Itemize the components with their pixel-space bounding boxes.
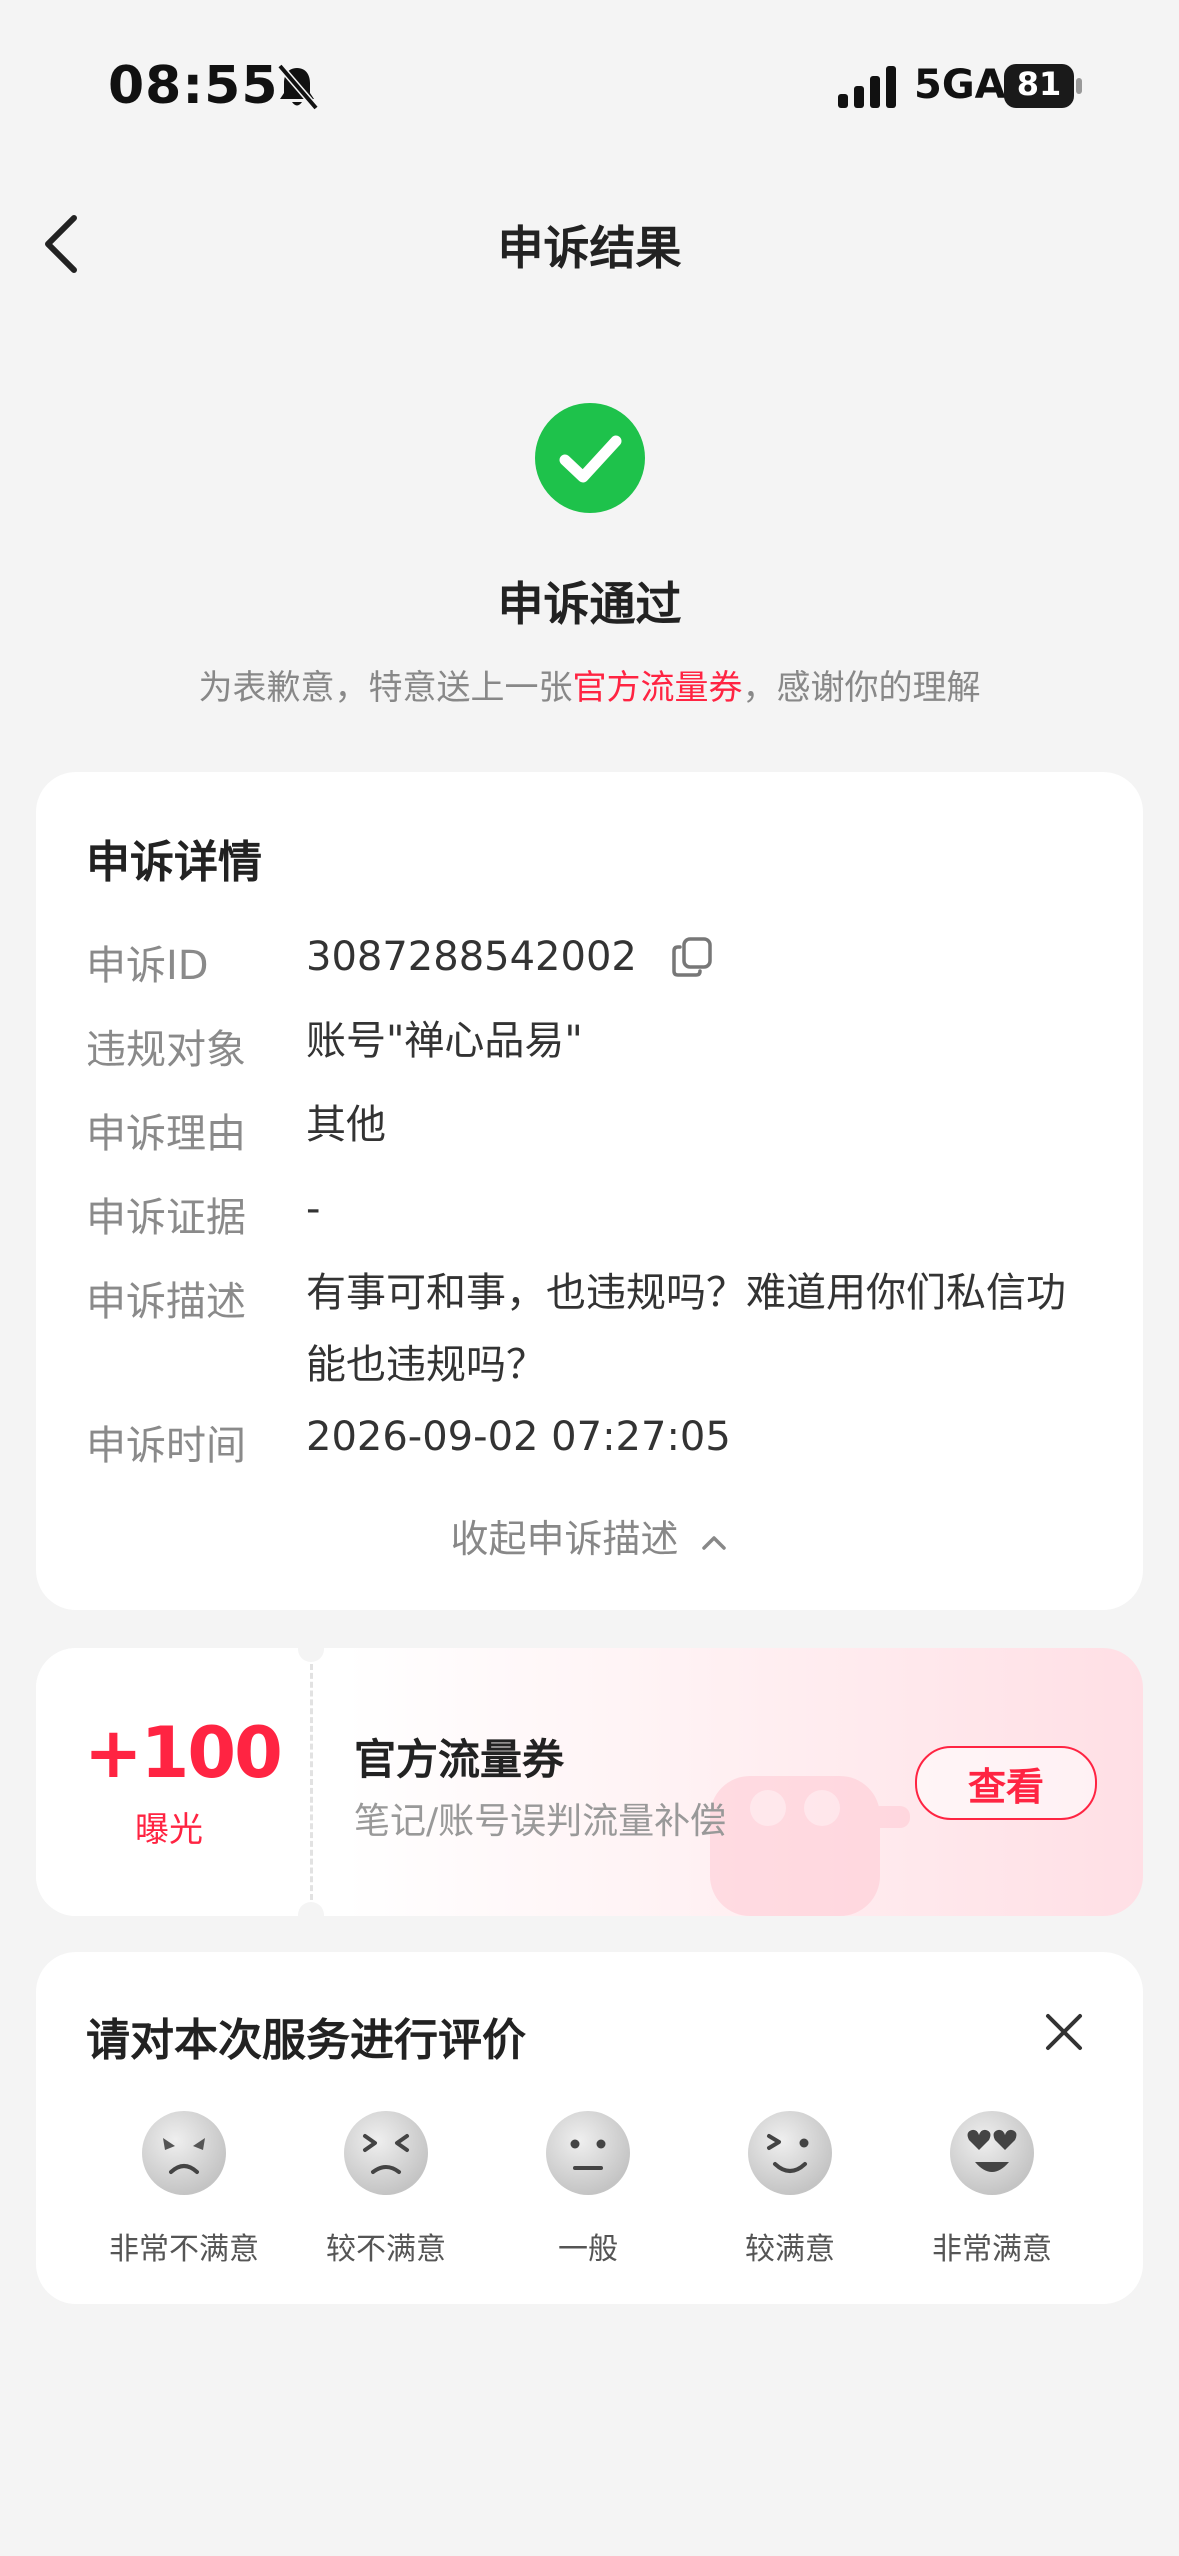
- very-dissatisfied-face-icon: [142, 2111, 226, 2195]
- satisfied-face-icon: [748, 2111, 832, 2195]
- collapse-description-button[interactable]: 收起申诉描述: [0, 1508, 1179, 1563]
- rating-label: 较不满意: [326, 2232, 446, 2267]
- coupon-notch: [298, 1902, 324, 1928]
- row-label-violation-target: 违规对象: [86, 1027, 246, 1073]
- rating-label: 非常不满意: [109, 2232, 259, 2267]
- rating-label: 一般: [558, 2232, 618, 2267]
- copy-icon[interactable]: [670, 935, 714, 979]
- subtitle-text-end: ，感谢你的理解: [742, 668, 981, 708]
- result-title: 申诉通过: [497, 577, 682, 631]
- view-coupon-button[interactable]: 查看: [915, 1746, 1097, 1820]
- coupon-amount: +100: [84, 1712, 283, 1794]
- row-label-appeal-evidence: 申诉证据: [86, 1195, 246, 1241]
- coupon-notch: [298, 1636, 324, 1662]
- coupon-divider: [310, 1664, 313, 1900]
- success-check-icon: [535, 403, 645, 513]
- row-value-appeal-description: 有事可和事，也违规吗？难道用你们私信功能也违规吗？: [306, 1270, 1066, 1388]
- row-value-appeal-evidence: -: [306, 1186, 321, 1232]
- coupon-unit: 曝光: [135, 1810, 203, 1850]
- close-icon[interactable]: [1042, 2010, 1086, 2054]
- subtitle-highlight: 官方流量券: [572, 668, 743, 708]
- signal-icon: [838, 66, 896, 108]
- details-title: 申诉详情: [86, 837, 262, 888]
- very-satisfied-face-icon: [950, 2111, 1034, 2195]
- row-value-appeal-time: 2026-09-02 07:27:05: [306, 1414, 731, 1460]
- result-subtitle: 为表歉意，特意送上一张官方流量券，感谢你的理解: [0, 660, 1179, 709]
- neutral-face-icon: [546, 2111, 630, 2195]
- row-value-appeal-reason: 其他: [306, 1102, 386, 1148]
- row-label-appeal-id: 申诉ID: [86, 943, 209, 989]
- rating-title: 请对本次服务进行评价: [86, 2015, 526, 2066]
- status-time: 08:55: [108, 56, 279, 116]
- row-label-appeal-description: 申诉描述: [86, 1279, 246, 1325]
- subtitle-text: 为表歉意，特意送上一张: [198, 668, 573, 708]
- coupon-description: 笔记/账号误判流量补偿: [354, 1801, 727, 1842]
- chevron-up-icon: [701, 1535, 726, 1550]
- row-label-appeal-time: 申诉时间: [86, 1423, 246, 1469]
- row-value-violation-target: 账号"禅心品易": [306, 1018, 583, 1064]
- rating-label: 非常满意: [932, 2232, 1052, 2267]
- network-type: 5GA: [914, 62, 1006, 108]
- coupon-name: 官方流量券: [354, 1735, 565, 1784]
- dissatisfied-face-icon: [344, 2111, 428, 2195]
- rating-label: 较满意: [745, 2232, 835, 2267]
- row-label-appeal-reason: 申诉理由: [86, 1111, 246, 1157]
- collapse-label: 收起申诉描述: [450, 1517, 679, 1561]
- page-title: 申诉结果: [497, 221, 682, 275]
- battery-level: 81: [1016, 65, 1062, 103]
- battery-icon: 81: [1004, 64, 1084, 108]
- mute-bell-icon: [277, 63, 319, 111]
